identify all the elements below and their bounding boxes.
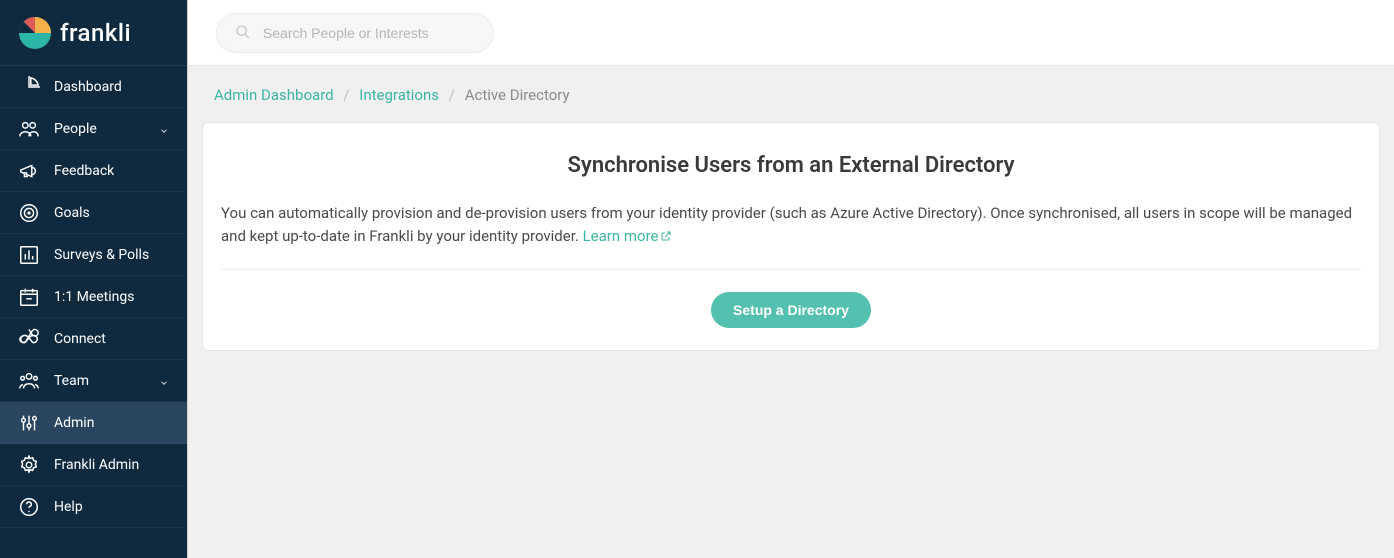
- chevron-down-icon: [159, 124, 169, 134]
- panel-body-text: You can automatically provision and de-p…: [221, 204, 1352, 245]
- sidebar-item-goals[interactable]: Goals: [0, 192, 187, 234]
- calendar-icon: [18, 286, 40, 308]
- panel-title: Synchronise Users from an External Direc…: [221, 153, 1361, 178]
- gear-icon: [18, 454, 40, 476]
- chevron-down-icon: [159, 376, 169, 386]
- sidebar-item-label: Dashboard: [54, 79, 122, 95]
- sidebar-item-label: Goals: [54, 205, 90, 221]
- logo-mark-icon: [18, 16, 52, 50]
- breadcrumb-link-integrations[interactable]: Integrations: [359, 86, 439, 104]
- sliders-icon: [18, 412, 40, 434]
- help-icon: [18, 496, 40, 518]
- main-content: Admin Dashboard / Integrations / Active …: [188, 0, 1394, 558]
- target-icon: [18, 202, 40, 224]
- pie-chart-icon: [18, 76, 40, 98]
- brand-logo[interactable]: frankli: [0, 0, 187, 66]
- sidebar-item-label: Connect: [54, 331, 106, 347]
- breadcrumb-separator: /: [449, 86, 455, 104]
- button-row: Setup a Directory: [221, 292, 1361, 328]
- divider: [221, 269, 1361, 270]
- sidebar-item-label: Frankli Admin: [54, 457, 139, 473]
- search-input[interactable]: [263, 25, 475, 41]
- search-wrap[interactable]: [216, 13, 494, 53]
- setup-directory-button[interactable]: Setup a Directory: [711, 292, 871, 328]
- sidebar-item-dashboard[interactable]: Dashboard: [0, 66, 187, 108]
- learn-more-text: Learn more: [583, 227, 659, 245]
- megaphone-icon: [18, 160, 40, 182]
- sidebar-item-label: People: [54, 121, 97, 137]
- learn-more-link[interactable]: Learn more: [583, 227, 673, 245]
- sidebar-item-frankli-admin[interactable]: Frankli Admin: [0, 444, 187, 486]
- sidebar-item-label: Team: [54, 373, 89, 389]
- sidebar-item-help[interactable]: Help: [0, 486, 187, 528]
- sidebar-item-admin[interactable]: Admin: [0, 402, 187, 444]
- brand-name: frankli: [60, 19, 131, 47]
- infinity-icon: [18, 328, 40, 350]
- breadcrumb-separator: /: [343, 86, 349, 104]
- topbar: [188, 0, 1394, 66]
- sidebar-item-label: Surveys & Polls: [54, 247, 149, 263]
- sidebar-item-surveys[interactable]: Surveys & Polls: [0, 234, 187, 276]
- external-link-icon: [660, 226, 672, 238]
- group-icon: [18, 370, 40, 392]
- content-area: Admin Dashboard / Integrations / Active …: [188, 66, 1394, 558]
- sidebar-item-label: Feedback: [54, 163, 114, 179]
- breadcrumb-current: Active Directory: [465, 86, 570, 104]
- panel-description: You can automatically provision and de-p…: [221, 202, 1361, 249]
- sidebar-item-connect[interactable]: Connect: [0, 318, 187, 360]
- bar-chart-icon: [18, 244, 40, 266]
- breadcrumb: Admin Dashboard / Integrations / Active …: [200, 66, 1382, 122]
- sidebar: frankli Dashboard People Feedback Goals …: [0, 0, 188, 558]
- sidebar-item-label: Admin: [54, 415, 94, 431]
- search-icon: [235, 24, 251, 42]
- sidebar-item-feedback[interactable]: Feedback: [0, 150, 187, 192]
- sidebar-item-people[interactable]: People: [0, 108, 187, 150]
- breadcrumb-link-admin-dashboard[interactable]: Admin Dashboard: [214, 86, 334, 104]
- sidebar-item-team[interactable]: Team: [0, 360, 187, 402]
- sync-panel: Synchronise Users from an External Direc…: [202, 122, 1380, 351]
- sidebar-item-label: 1:1 Meetings: [54, 289, 134, 305]
- people-icon: [18, 118, 40, 140]
- sidebar-item-meetings[interactable]: 1:1 Meetings: [0, 276, 187, 318]
- sidebar-item-label: Help: [54, 499, 83, 515]
